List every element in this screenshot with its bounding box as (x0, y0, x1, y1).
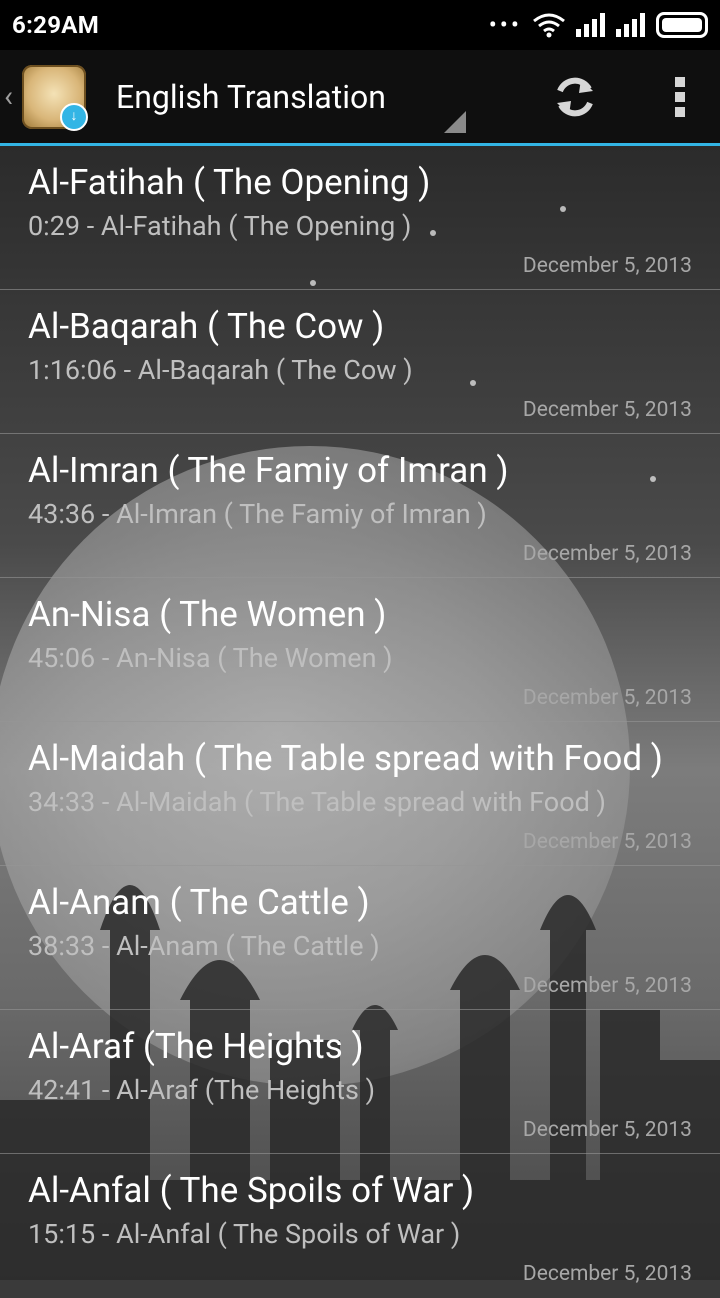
list-item-title: Al-Baqarah ( The Cow ) (28, 306, 385, 347)
surah-list: Al-Fatihah ( The Opening ) 0:29 - Al-Fat… (0, 146, 720, 1298)
list-item[interactable]: An-Nisa ( The Women ) 45:06 - An-Nisa ( … (0, 578, 720, 722)
list-item-date: December 5, 2013 (522, 1262, 692, 1286)
up-caret-icon[interactable]: ‹ (4, 79, 22, 114)
list-item-date: December 5, 2013 (522, 974, 692, 998)
list-item-date: December 5, 2013 (522, 398, 692, 422)
overflow-menu-button[interactable] (640, 50, 720, 143)
list-item-date: December 5, 2013 (522, 686, 692, 710)
signal-icon (576, 13, 605, 37)
battery-icon (656, 12, 708, 38)
list-item-subtitle: 1:16:06 - Al-Baqarah ( The Cow ) (28, 354, 413, 386)
spinner-indicator-icon (444, 111, 466, 133)
list-item-date: December 5, 2013 (522, 254, 692, 278)
list-item-title: Al-Anam ( The Cattle ) (28, 882, 370, 923)
list-item[interactable]: Al-Baqarah ( The Cow ) 1:16:06 - Al-Baqa… (0, 290, 720, 434)
status-icons: ••• (489, 12, 708, 38)
list-item-title: Al-Anfal ( The Spoils of War ) (28, 1170, 475, 1211)
list-item[interactable]: Al-Fatihah ( The Opening ) 0:29 - Al-Fat… (0, 146, 720, 290)
list-item-subtitle: 45:06 - An-Nisa ( The Women ) (28, 642, 393, 674)
list-item-subtitle: 15:15 - Al-Anfal ( The Spoils of War ) (28, 1218, 461, 1250)
list-item-subtitle: 38:33 - Al-Anam ( The Cattle ) (28, 930, 380, 962)
list-item-title: Al-Maidah ( The Table spread with Food ) (28, 738, 663, 779)
overflow-menu-icon (675, 76, 685, 117)
refresh-button[interactable] (510, 50, 640, 143)
spinner-selected-label: English Translation (116, 77, 386, 116)
translation-spinner[interactable]: English Translation (116, 50, 466, 143)
list-item[interactable]: Al-Maidah ( The Table spread with Food )… (0, 722, 720, 866)
wifi-icon (533, 13, 565, 38)
status-time: 6:29AM (12, 11, 100, 39)
signal-icon-2 (616, 13, 645, 37)
list-item-date: December 5, 2013 (522, 830, 692, 854)
action-bar: ‹ ↓ English Translation (0, 50, 720, 143)
list-item[interactable]: Al-Imran ( The Famiy of Imran ) 43:36 - … (0, 434, 720, 578)
list-item[interactable]: Al-Araf (The Heights ) 42:41 - Al-Araf (… (0, 1010, 720, 1154)
list-item-title: Al-Araf (The Heights ) (28, 1026, 364, 1067)
list-item-date: December 5, 2013 (522, 542, 692, 566)
download-badge-icon: ↓ (60, 102, 88, 131)
list-item[interactable]: Al-Anfal ( The Spoils of War ) 15:15 - A… (0, 1154, 720, 1298)
list-item-title: An-Nisa ( The Women ) (28, 594, 387, 635)
list-item-date: December 5, 2013 (522, 1118, 692, 1142)
notification-dots: ••• (488, 11, 522, 39)
list-item-subtitle: 34:33 - Al-Maidah ( The Table spread wit… (28, 786, 606, 818)
list-item-subtitle: 43:36 - Al-Imran ( The Famiy of Imran ) (28, 498, 487, 530)
list-item-title: Al-Fatihah ( The Opening ) (28, 162, 431, 203)
action-buttons (510, 50, 720, 143)
list-item[interactable]: Al-Anam ( The Cattle ) 38:33 - Al-Anam (… (0, 866, 720, 1010)
refresh-icon (557, 77, 593, 116)
list-item-subtitle: 42:41 - Al-Araf (The Heights ) (28, 1074, 376, 1106)
app-icon[interactable]: ↓ (22, 64, 88, 131)
list-item-title: Al-Imran ( The Famiy of Imran ) (28, 450, 509, 491)
status-bar: 6:29AM ••• (0, 0, 720, 50)
list-item-subtitle: 0:29 - Al-Fatihah ( The Opening ) (28, 210, 412, 242)
